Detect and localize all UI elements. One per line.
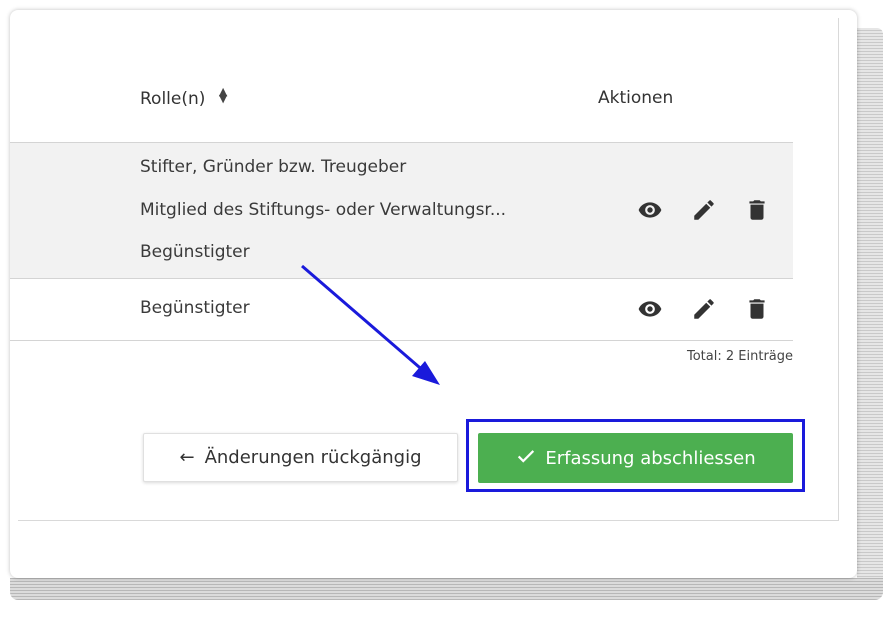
trash-icon[interactable] bbox=[744, 197, 770, 223]
finish-entry-label: Erfassung abschliessen bbox=[545, 447, 756, 469]
role-text: Begünstigter bbox=[140, 242, 250, 262]
pencil-icon[interactable] bbox=[691, 296, 717, 322]
row-divider bbox=[10, 278, 793, 279]
role-text: Mitglied des Stiftungs- oder Verwaltungs… bbox=[140, 200, 507, 220]
finish-entry-button[interactable]: Erfassung abschliessen bbox=[478, 433, 793, 483]
pencil-icon[interactable] bbox=[691, 197, 717, 223]
sort-icon[interactable]: ▲ ▼ bbox=[219, 86, 227, 104]
card-shadow-bottom bbox=[10, 578, 883, 600]
content-card bbox=[10, 10, 857, 578]
role-text: Stifter, Gründer bzw. Treugeber bbox=[140, 157, 407, 177]
row-divider bbox=[10, 340, 793, 341]
column-header-roles-label: Rolle(n) bbox=[140, 89, 206, 109]
eye-icon[interactable] bbox=[637, 197, 663, 223]
column-header-actions: Aktionen bbox=[598, 88, 674, 108]
arrow-left-icon: ← bbox=[179, 447, 195, 468]
trash-icon[interactable] bbox=[744, 296, 770, 322]
undo-changes-label: Änderungen rückgängig bbox=[204, 447, 422, 468]
card-shadow-right bbox=[857, 28, 883, 598]
eye-icon[interactable] bbox=[637, 296, 663, 322]
total-count: Total: 2 Einträge bbox=[687, 349, 793, 364]
role-text: Begünstigter bbox=[140, 298, 250, 318]
column-header-roles[interactable]: Rolle(n) ▲ ▼ bbox=[140, 86, 227, 109]
undo-changes-button[interactable]: ← Änderungen rückgängig bbox=[143, 433, 458, 482]
screenshot-stage: Rolle(n) ▲ ▼ Aktionen Stifter, Gründer bz… bbox=[0, 0, 886, 619]
check-icon bbox=[515, 445, 537, 472]
